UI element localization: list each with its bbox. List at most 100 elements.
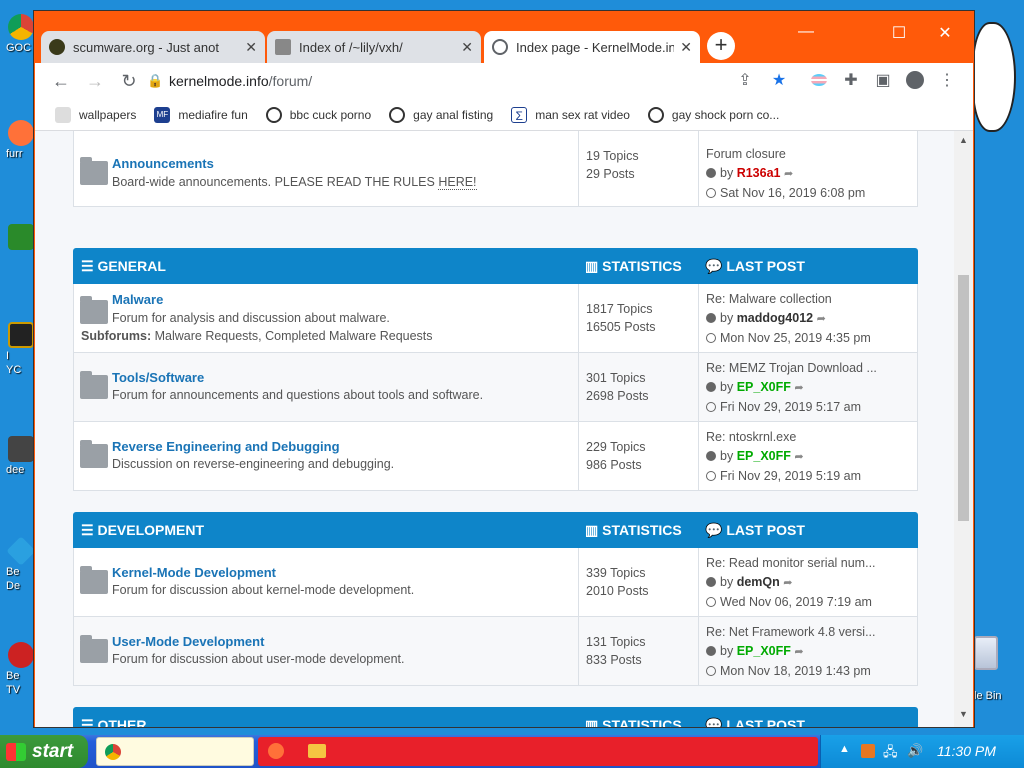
rules-link[interactable]: HERE! (438, 175, 477, 190)
forum-row-user-mode: User-Mode Development Forum for discussi… (73, 617, 918, 686)
category-news: Announcements Board-wide announcements. … (73, 131, 918, 207)
last-post-title[interactable]: Re: Net Framework 4.8 versi... (706, 623, 918, 642)
last-post-user[interactable]: EP_X0FF (737, 644, 791, 658)
share-icon[interactable]: ⇪ (731, 67, 759, 95)
category-header: ☰ GENERAL ▥ STATISTICS 💬 LAST POST (73, 248, 918, 284)
volume-icon[interactable]: 🔊 (907, 743, 923, 759)
user-icon (706, 313, 716, 323)
user-icon (706, 451, 716, 461)
browser-toolbar: ← → ↻ 🔒 kernelmode.info/forum/ ⇪ ★ ✚ ▣ ⋮ (35, 63, 973, 99)
start-button[interactable]: start (0, 735, 88, 768)
forum-desc: Forum for discussion about kernel-mode d… (112, 583, 415, 597)
windows-logo-icon (6, 742, 26, 761)
address-bar[interactable]: 🔒 kernelmode.info/forum/ (147, 67, 907, 95)
extension-trans-flag-icon[interactable] (805, 67, 833, 95)
side-panel-icon[interactable]: ▣ (869, 67, 897, 95)
forum-last-post: Re: ntoskrnl.exe by EP_X0FF ➦ Fri Nov 29… (698, 422, 918, 490)
last-post-title[interactable]: Forum closure (706, 145, 918, 164)
tab-kernelmode[interactable]: Index page - KernelMode.in ✕ (484, 31, 700, 63)
bookmark-star-icon[interactable]: ★ (765, 67, 793, 95)
back-button[interactable]: ← (45, 65, 77, 97)
forum-last-post: Re: MEMZ Trojan Download ... by EP_X0FF … (698, 353, 918, 421)
category-title[interactable]: ☰ GENERAL (81, 258, 166, 275)
clock-icon (706, 188, 716, 198)
last-post-title[interactable]: Re: Malware collection (706, 290, 918, 309)
firefox-icon[interactable] (268, 743, 284, 759)
statistics-header: ▥ STATISTICS (585, 717, 682, 727)
scroll-down-icon[interactable]: ▼ (959, 709, 968, 719)
tray-app-icon[interactable] (861, 744, 875, 758)
bookmark-gay-shock[interactable]: gay shock porn co... (647, 106, 779, 123)
goto-post-icon[interactable]: ➦ (783, 577, 792, 589)
forum-title[interactable]: Announcements (112, 156, 214, 171)
goto-post-icon[interactable]: ➦ (794, 646, 803, 658)
profile-avatar-icon[interactable] (901, 67, 929, 95)
last-post-user[interactable]: EP_X0FF (737, 449, 791, 463)
scroll-up-icon[interactable]: ▲ (959, 135, 968, 145)
forum-row-announcements: Announcements Board-wide announcements. … (73, 131, 918, 207)
forum-last-post: Re: Net Framework 4.8 versi... by EP_X0F… (698, 617, 918, 685)
last-post-user[interactable]: EP_X0FF (737, 380, 791, 394)
forum-title[interactable]: Tools/Software (112, 370, 204, 385)
extensions-puzzle-icon[interactable]: ✚ (837, 67, 865, 95)
tray-expand-icon[interactable]: ▲ (839, 743, 850, 755)
close-tab-icon[interactable]: ✕ (680, 39, 692, 56)
last-post-user[interactable]: maddog4012 (737, 311, 813, 325)
last-post-user[interactable]: R136a1 (737, 166, 781, 180)
forum-title[interactable]: User-Mode Development (112, 634, 264, 649)
bookmark-favicon-icon (55, 106, 71, 123)
bookmark-mediafire[interactable]: MF mediafire fun (154, 106, 248, 123)
folder-icon[interactable] (308, 744, 326, 758)
category-other: ☰ OTHER ▥ STATISTICS 💬 LAST POST (73, 707, 918, 727)
url-text: kernelmode.info/forum/ (169, 73, 313, 89)
page-content: Announcements Board-wide announcements. … (35, 131, 973, 727)
reload-button[interactable]: ↻ (113, 65, 145, 97)
goto-post-icon[interactable]: ➦ (817, 313, 826, 325)
last-post-title[interactable]: Re: ntoskrnl.exe (706, 428, 918, 447)
menu-kebab-icon[interactable]: ⋮ (933, 67, 961, 95)
goto-post-icon[interactable]: ➦ (794, 382, 803, 394)
bookmark-bbc[interactable]: bbc cuck porno (265, 106, 371, 123)
close-tab-icon[interactable]: ✕ (461, 39, 473, 56)
category-title[interactable]: ☰ OTHER (81, 717, 146, 727)
forum-folder-icon (80, 635, 108, 663)
last-post-title[interactable]: Re: MEMZ Trojan Download ... (706, 359, 918, 378)
taskbar-chrome-button[interactable] (96, 737, 254, 766)
goto-post-icon[interactable]: ➦ (784, 168, 793, 180)
forum-row-reversing: Reverse Engineering and Debugging Discus… (73, 422, 918, 491)
network-icon[interactable]: 🖧 (883, 743, 898, 765)
tab-scumware[interactable]: scumware.org - Just anot ✕ (41, 31, 265, 63)
category-title[interactable]: ☰ DEVELOPMENT (81, 522, 204, 539)
forum-title[interactable]: Kernel-Mode Development (112, 565, 276, 580)
forum-stats: 301 Topics 2698 Posts (578, 353, 698, 421)
forward-button[interactable]: → (79, 65, 111, 97)
forum-stats: 131 Topics 833 Posts (578, 617, 698, 685)
clock-icon (706, 471, 716, 481)
statistics-header: ▥ STATISTICS (585, 258, 682, 274)
category-header: ☰ OTHER ▥ STATISTICS 💬 LAST POST (73, 707, 918, 727)
forum-stats: 229 Topics 986 Posts (578, 422, 698, 490)
category-development: ☰ DEVELOPMENT ▥ STATISTICS 💬 LAST POST K… (73, 512, 918, 686)
tab-index-lily[interactable]: Index of /~lily/vxh/ ✕ (267, 31, 481, 63)
minimize-button[interactable]: ― (783, 23, 829, 41)
page-scrollbar[interactable]: ▲ ▼ (954, 131, 973, 727)
user-icon (706, 382, 716, 392)
scrollbar-thumb[interactable] (958, 275, 969, 521)
forum-title[interactable]: Malware (112, 292, 163, 307)
bookmark-wallpapers[interactable]: wallpapers (55, 106, 136, 123)
close-window-button[interactable]: ✕ (922, 23, 968, 43)
category-general: ☰ GENERAL ▥ STATISTICS 💬 LAST POST Malwa… (73, 248, 918, 491)
recycle-bin-icon[interactable] (974, 636, 998, 670)
last-post-title[interactable]: Re: Read monitor serial num... (706, 554, 918, 573)
forum-last-post: Forum closure by R136a1 ➦ Sat Nov 16, 20… (698, 131, 918, 206)
bookmark-man-sex-rat[interactable]: Σman sex rat video (511, 106, 630, 123)
last-post-user[interactable]: demQn (737, 575, 780, 589)
taskbar-clock[interactable]: 11:30 PM (937, 743, 996, 759)
forum-title[interactable]: Reverse Engineering and Debugging (112, 439, 340, 454)
maximize-button[interactable]: ☐ (876, 23, 922, 43)
goto-post-icon[interactable]: ➦ (794, 451, 803, 463)
close-tab-icon[interactable]: ✕ (245, 39, 257, 56)
forum-last-post: Re: Malware collection by maddog4012 ➦ M… (698, 284, 918, 352)
new-tab-button[interactable]: + (707, 32, 735, 60)
bookmark-gay-anal[interactable]: gay anal fisting (389, 106, 493, 123)
